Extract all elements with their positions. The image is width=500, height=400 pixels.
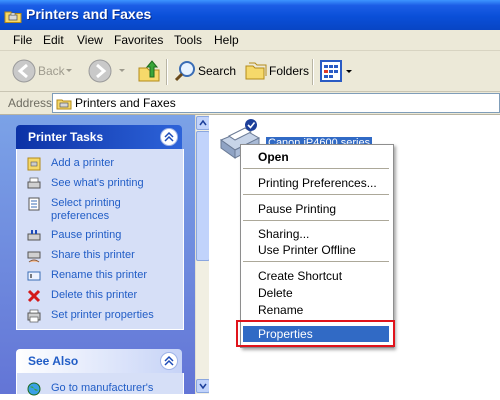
forward-arrow-icon — [88, 59, 112, 86]
search-icon — [174, 59, 198, 86]
delete-x-icon — [27, 289, 41, 303]
menu-tools[interactable]: Tools — [174, 33, 202, 47]
folders-button[interactable]: Folders — [242, 57, 310, 85]
window-title: Printers and Faxes — [26, 6, 152, 22]
see-also-body: Go to manufacturer's — [16, 373, 184, 396]
printer-properties-icon — [27, 309, 41, 323]
printer-tasks-body: Add a printer See what's printing Select… — [16, 149, 184, 330]
address-field[interactable]: Printers and Faxes — [52, 93, 500, 113]
views-icon — [320, 60, 342, 85]
back-label: Back — [38, 64, 65, 78]
forward-button[interactable] — [86, 57, 126, 85]
preferences-icon — [27, 197, 41, 211]
search-label: Search — [198, 64, 237, 78]
menu-file[interactable]: File — [13, 33, 32, 47]
address-bar: Address Printers and Faxes — [0, 92, 500, 115]
menu-item-pause-printing[interactable]: Pause Printing — [258, 202, 336, 216]
context-menu: Open Printing Preferences... Pause Print… — [240, 144, 394, 348]
up-folder-button[interactable] — [136, 57, 162, 85]
address-value: Printers and Faxes — [75, 96, 176, 110]
printer-tasks-title: Printer Tasks — [28, 130, 104, 144]
pause-printer-icon — [27, 229, 41, 243]
forward-dropdown-arrow[interactable] — [119, 69, 125, 72]
address-label: Address — [8, 96, 53, 110]
menu-item-printing-preferences[interactable]: Printing Preferences... — [258, 176, 377, 190]
printer-tasks-header[interactable]: Printer Tasks — [16, 125, 182, 149]
views-button[interactable] — [318, 57, 354, 85]
see-also-title: See Also — [28, 354, 79, 368]
back-dropdown-arrow[interactable] — [66, 69, 72, 72]
collapse-chevron-icon[interactable] — [160, 352, 178, 370]
title-bar[interactable]: Printers and Faxes — [0, 0, 500, 30]
menu-item-use-printer-offline[interactable]: Use Printer Offline — [258, 243, 356, 257]
menu-edit[interactable]: Edit — [43, 33, 64, 47]
back-button[interactable]: Back — [8, 57, 72, 86]
task-pane-scrollbar[interactable] — [195, 115, 210, 394]
menu-bar: File Edit View Favorites Tools Help — [0, 30, 500, 51]
rename-icon — [27, 269, 41, 283]
folders-icon — [244, 60, 268, 85]
highlight-box — [236, 320, 395, 347]
up-folder-icon — [137, 59, 161, 86]
menu-item-open[interactable]: Open — [258, 150, 289, 164]
views-dropdown-arrow[interactable] — [346, 70, 352, 73]
menu-item-rename[interactable]: Rename — [258, 303, 303, 317]
menu-item-sharing[interactable]: Sharing... — [258, 227, 309, 241]
see-also-header[interactable]: See Also — [16, 349, 182, 373]
folders-label: Folders — [269, 64, 310, 78]
scroll-down-button[interactable] — [196, 379, 210, 393]
menu-separator — [243, 220, 389, 221]
scroll-up-button[interactable] — [196, 116, 210, 130]
menu-view[interactable]: View — [77, 33, 103, 47]
menu-item-create-shortcut[interactable]: Create Shortcut — [258, 269, 342, 283]
print-queue-icon — [27, 177, 41, 191]
toolbar-separator — [166, 59, 168, 85]
share-printer-icon — [27, 249, 41, 263]
menu-help[interactable]: Help — [214, 33, 239, 47]
search-button[interactable]: Search — [172, 57, 236, 85]
toolbar-separator — [312, 59, 314, 85]
printers-folder-icon — [4, 6, 22, 24]
menu-separator — [243, 168, 389, 169]
task-pane: Printer Tasks Add a printer See what's p… — [0, 115, 195, 396]
toolbar: Back Search Folders — [0, 51, 500, 92]
scroll-thumb[interactable] — [196, 131, 210, 261]
menu-separator — [243, 194, 389, 195]
menu-separator — [243, 261, 389, 262]
menu-item-delete[interactable]: Delete — [258, 286, 293, 300]
collapse-chevron-icon[interactable] — [160, 128, 178, 146]
back-arrow-icon — [12, 59, 36, 86]
printers-folder-icon — [56, 95, 72, 114]
menu-favorites[interactable]: Favorites — [114, 33, 163, 47]
add-printer-icon — [27, 157, 41, 171]
